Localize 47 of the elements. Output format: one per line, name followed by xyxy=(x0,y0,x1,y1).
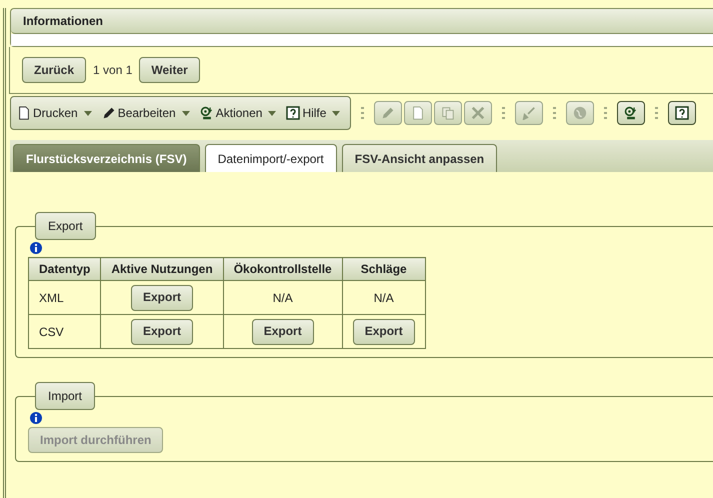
caret-icon xyxy=(268,110,276,116)
globe-icon xyxy=(573,106,588,120)
table-cell: CSV xyxy=(39,324,64,338)
info-icon xyxy=(30,412,42,424)
toolbar-button[interactable] xyxy=(617,101,646,125)
section-legend: Export xyxy=(35,212,96,240)
export-button[interactable]: Export xyxy=(352,318,415,344)
page-status: 1 von 1 xyxy=(93,63,132,77)
close-icon xyxy=(471,106,486,120)
next-button[interactable]: Weiter xyxy=(139,57,200,83)
column-header: Datentyp xyxy=(28,258,101,280)
back-button[interactable]: Zurück xyxy=(22,57,86,83)
document-icon xyxy=(17,106,31,120)
pencil-icon xyxy=(102,106,116,120)
grip-icon xyxy=(502,107,506,119)
panel-title: Informationen xyxy=(23,14,103,28)
menu-button[interactable]: Hilfe xyxy=(286,106,344,120)
copy-icon xyxy=(441,106,456,120)
grip-icon xyxy=(655,107,658,119)
pencil-icon xyxy=(381,106,396,120)
grip-icon xyxy=(553,107,556,119)
help-icon xyxy=(675,106,690,120)
section-legend: Import xyxy=(35,382,96,410)
table-cell: XML xyxy=(39,290,64,304)
export-button[interactable]: Export xyxy=(131,318,194,344)
menu-button[interactable]: Bearbeiten xyxy=(102,106,194,120)
grip-icon xyxy=(361,107,364,119)
grip-icon xyxy=(604,107,608,119)
column-header: Ökokontrollstelle xyxy=(223,258,342,280)
tab[interactable]: Flurstücksverzeichnis (FSV) xyxy=(13,144,200,172)
caret-icon xyxy=(182,110,190,116)
tab[interactable]: FSV-Ansicht anpassen xyxy=(342,144,498,172)
document-icon xyxy=(411,106,426,120)
help-icon xyxy=(286,106,300,120)
info-icon xyxy=(30,242,42,254)
menu-button[interactable]: Drucken xyxy=(17,106,96,120)
table-cell: N/A xyxy=(374,290,394,304)
tab[interactable]: Datenimport/-export xyxy=(204,144,337,172)
export-button[interactable]: Export xyxy=(252,318,314,344)
export-button[interactable]: Export xyxy=(131,284,194,310)
toolbar-button[interactable] xyxy=(668,101,696,125)
caret-icon xyxy=(332,110,340,116)
caret-icon xyxy=(84,110,92,116)
column-header: Aktive Nutzungen xyxy=(100,258,224,280)
column-header: Schläge xyxy=(342,258,426,280)
menu-button[interactable]: Aktionen xyxy=(200,106,280,120)
table-cell: N/A xyxy=(272,290,293,304)
